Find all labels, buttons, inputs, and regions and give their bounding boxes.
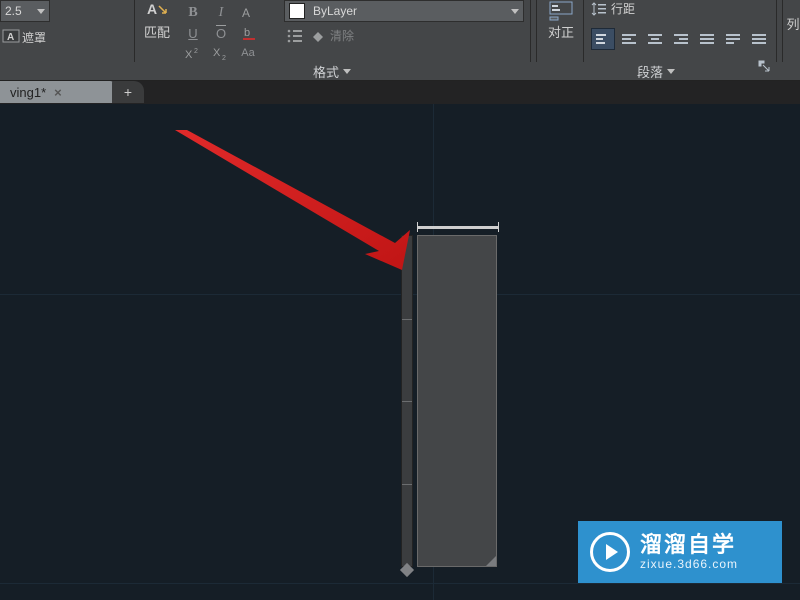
annotation-arrow: [175, 130, 435, 280]
align-center-button[interactable]: [643, 28, 667, 50]
grid-line: [0, 583, 800, 584]
mtext-ruler-horizontal[interactable]: [417, 226, 499, 229]
justify-button[interactable]: 对正: [544, 0, 578, 44]
italic-button[interactable]: I: [210, 2, 232, 24]
paragraph-panel-launcher[interactable]: [758, 60, 774, 72]
list-clear-row: 清除: [284, 24, 356, 46]
mask-label: 遮罩: [22, 29, 46, 46]
panel-separator: [776, 0, 777, 62]
model-viewport[interactable]: 溜溜自学 zixue.3d66.com: [0, 104, 800, 600]
clear-label: 清除: [330, 27, 354, 44]
bullet-list-button[interactable]: [284, 24, 306, 46]
panel-separator: [536, 0, 537, 62]
format-panel-title[interactable]: 格式: [134, 62, 530, 80]
resize-handle-icon[interactable]: [486, 556, 496, 566]
panel-separator: [782, 0, 783, 62]
text-style-row-1: B I A: [182, 2, 260, 24]
underline-button[interactable]: U: [182, 22, 204, 44]
align-top-left-button[interactable]: [591, 28, 615, 50]
chevron-down-icon: [667, 69, 675, 74]
align-last-button[interactable]: [747, 28, 771, 50]
bylayer-label: ByLayer: [313, 4, 507, 18]
play-circle-icon: [590, 532, 630, 572]
mtext-editor[interactable]: [399, 226, 499, 567]
watermark-title: 溜溜自学: [640, 533, 738, 557]
tab-label: ving1*: [10, 85, 46, 100]
linespacing-button[interactable]: 行距: [591, 0, 639, 17]
dialog-launcher-icon: [758, 60, 770, 72]
chevron-down-icon: [511, 9, 519, 14]
overline-button[interactable]: O: [210, 22, 232, 44]
align-left-button[interactable]: [617, 28, 641, 50]
chevron-down-icon: [343, 69, 351, 74]
linespacing-icon: [591, 1, 607, 17]
text-mask-icon: A: [0, 28, 22, 47]
bold-button[interactable]: B: [182, 2, 204, 24]
column-button-cut[interactable]: 列: [786, 14, 800, 33]
mtext-edit-box[interactable]: [417, 235, 497, 567]
paragraph-align-row: [591, 28, 771, 50]
color-swatch-icon: [289, 3, 305, 19]
eraser-icon: [310, 27, 326, 43]
svg-text:2: 2: [194, 48, 198, 55]
watermark-url: zixue.3d66.com: [640, 558, 738, 571]
column-label-cut: 列: [786, 14, 799, 33]
plus-icon: +: [124, 84, 132, 100]
align-distribute-button[interactable]: [721, 28, 745, 50]
paragraph-panel-title[interactable]: 段落: [536, 62, 776, 80]
mtext-ruler-vertical[interactable]: [401, 235, 413, 567]
close-icon[interactable]: ×: [54, 85, 62, 100]
new-tab-button[interactable]: +: [112, 81, 144, 103]
panel-separator: [583, 0, 584, 62]
svg-text:A: A: [7, 32, 14, 43]
panel-separator: [134, 0, 135, 62]
watermark-badge: 溜溜自学 zixue.3d66.com: [578, 521, 782, 583]
mask-button[interactable]: A 遮罩: [0, 28, 46, 47]
ruler-handle-diamond-icon[interactable]: [400, 563, 414, 577]
text-height-dropdown[interactable]: 2.5: [0, 0, 50, 22]
svg-text:X: X: [185, 49, 193, 60]
svg-text:A: A: [242, 6, 250, 20]
text-color-button[interactable]: b: [238, 22, 260, 44]
svg-text:X: X: [213, 47, 221, 59]
align-justify-button[interactable]: [695, 28, 719, 50]
text-style-row-3: X2 X2 Aa: [182, 42, 260, 64]
subscript-button[interactable]: X2: [210, 42, 232, 64]
svg-text:A: A: [147, 1, 157, 17]
justify-label: 对正: [548, 22, 574, 41]
match-properties-button[interactable]: A 匹配: [142, 0, 172, 44]
linespacing-label: 行距: [611, 0, 635, 17]
text-height-value: 2.5: [5, 4, 22, 18]
match-properties-icon: A: [146, 0, 168, 22]
justify-icon: [548, 0, 574, 22]
svg-text:b: b: [244, 27, 250, 39]
align-right-button[interactable]: [669, 28, 693, 50]
match-label: 匹配: [144, 22, 170, 41]
font-button[interactable]: A: [238, 2, 260, 24]
clear-format-button[interactable]: 清除: [310, 24, 356, 46]
drawing-tab-active[interactable]: ving1* ×: [0, 81, 116, 103]
panel-separator: [530, 0, 531, 62]
svg-text:2: 2: [222, 55, 226, 60]
color-bylayer-dropdown[interactable]: ByLayer: [284, 0, 524, 22]
drawing-tabstrip: ving1* × +: [0, 81, 800, 104]
change-case-button[interactable]: Aa: [238, 42, 260, 64]
superscript-button[interactable]: X2: [182, 42, 204, 64]
ribbon: 2.5 A 遮罩 A 匹配 B I A U O b X2 X2 Aa: [0, 0, 800, 81]
chevron-down-icon: [37, 9, 45, 14]
text-style-row-2: U O b: [182, 22, 260, 44]
